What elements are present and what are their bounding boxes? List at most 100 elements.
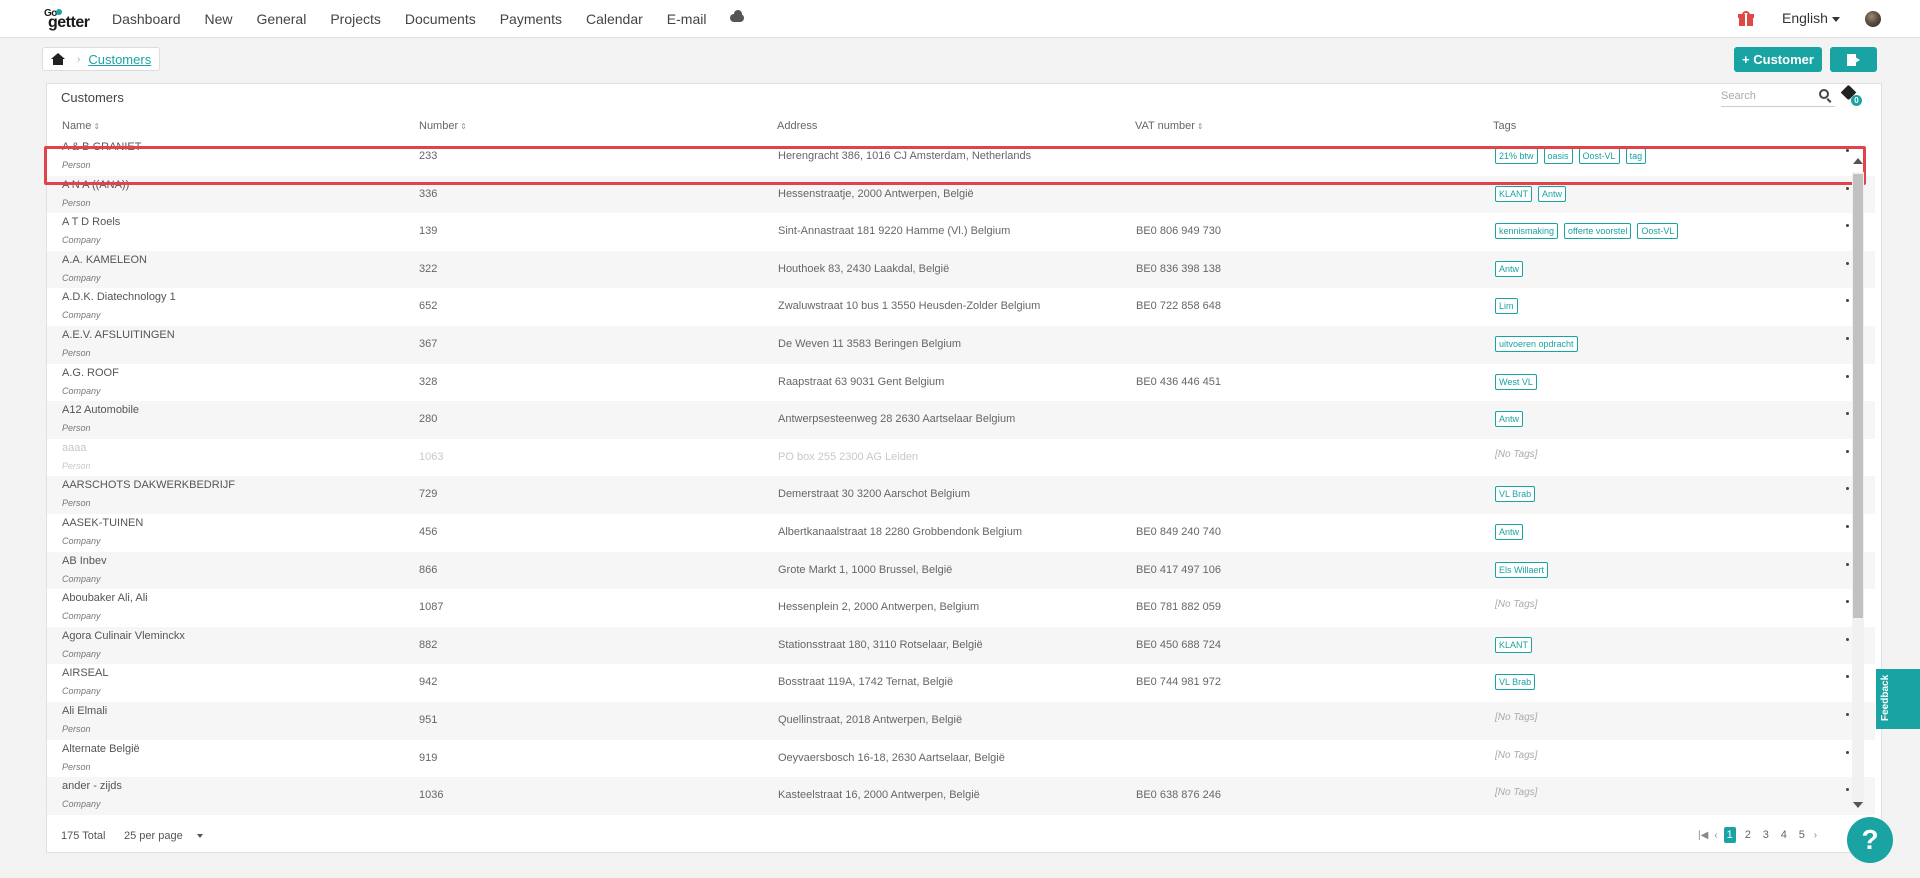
table-row[interactable]: A.G. ROOF Company 328 Raapstraat 63 9031 Ge… [47, 364, 1875, 402]
nav-calendar[interactable]: Calendar [586, 11, 643, 27]
cloud-icon[interactable] [728, 10, 746, 22]
row-menu-icon[interactable] [1846, 788, 1849, 792]
page-2[interactable]: 2 [1742, 827, 1754, 843]
export-icon [1846, 53, 1861, 66]
page-5[interactable]: 5 [1796, 827, 1808, 843]
table-row[interactable]: Aboubaker Ali, Ali Company 1087 Hessenplein… [47, 589, 1875, 627]
next-page-icon[interactable]: › [1814, 830, 1817, 841]
nav-email[interactable]: E-mail [667, 11, 707, 27]
table-row[interactable]: A12 Automobile Person 280 Antwerpsesteenweg… [47, 401, 1875, 439]
row-menu-icon[interactable] [1846, 449, 1849, 453]
customer-type: Company [62, 573, 101, 584]
table-row[interactable]: Ali Elmali Person 951 Quellinstraat, 2018 A… [47, 702, 1875, 740]
tag-badge[interactable]: Antw [1495, 524, 1524, 540]
search-icon[interactable] [1819, 89, 1829, 99]
tag-badge[interactable]: Oost-VL [1637, 223, 1679, 240]
table-row[interactable]: A.A. KAMELEON Company 322 Houthoek 83, 2430… [47, 250, 1875, 289]
column-header-vat[interactable]: VAT number ⇕ [1135, 120, 1204, 132]
search-input[interactable] [1721, 86, 1811, 106]
tag-badge[interactable]: Antw [1538, 185, 1567, 202]
page-1[interactable]: 1 [1723, 827, 1736, 843]
first-page-icon[interactable]: |◀ [1698, 830, 1708, 841]
tag-badge[interactable]: uitvoeren opdracht [1495, 336, 1578, 352]
row-menu-icon[interactable] [1846, 675, 1849, 679]
table-row[interactable]: AASEK-TUINEN Company 456 Albertkanaalstraat… [47, 514, 1875, 552]
per-page-select[interactable]: 25 per page [124, 830, 203, 842]
table-row[interactable]: A.D.K. Diatechnology 1 Company 652 Zwaluwst… [47, 288, 1875, 326]
table-row[interactable]: AIRSEAL Company 942 Bosstraat 119A, 1742 Te… [47, 664, 1875, 702]
row-menu-icon[interactable] [1846, 224, 1849, 228]
table-row[interactable]: ander - zijds Company 1036 Kasteelstraat 16… [47, 777, 1875, 815]
tag-badge[interactable]: Antw [1495, 411, 1524, 428]
table-row[interactable]: A & B GRANIET Person 233 Herengracht 386, 1… [47, 138, 1875, 176]
table-row[interactable]: AARSCHOTS DAKWERKBEDRIJF Person 729 Demerst… [47, 476, 1875, 514]
breadcrumb-customers-link[interactable]: Customers [88, 52, 151, 67]
row-menu-icon[interactable] [1846, 637, 1849, 641]
tag-badge[interactable]: VL Brab [1495, 486, 1536, 503]
add-customer-button[interactable]: + Customer [1734, 47, 1822, 72]
nav-general[interactable]: General [257, 11, 307, 27]
table-row[interactable]: A.E.V. AFSLUITINGEN Person 367 De Weven 11 … [47, 326, 1875, 364]
nav-new[interactable]: New [205, 11, 233, 27]
scroll-up-arrow-icon[interactable] [1853, 158, 1863, 164]
nav-payments[interactable]: Payments [500, 11, 562, 27]
table-row[interactable]: A T D Roels Company 139 Sint-Annastraat 181… [47, 213, 1875, 251]
export-button[interactable] [1830, 47, 1877, 72]
tag-badge[interactable]: oasis [1543, 148, 1573, 164]
tag-badge[interactable]: 21% btw [1495, 148, 1538, 164]
customer-type: Person [62, 160, 91, 170]
tag-filter-icon[interactable]: 0 [1840, 84, 1862, 106]
column-header-number[interactable]: Number ⇕ [419, 120, 467, 132]
tag-badge[interactable]: West VL [1495, 373, 1537, 390]
help-button[interactable]: ? [1847, 817, 1893, 863]
feedback-tab[interactable]: Feedback [1876, 669, 1920, 729]
customer-name: A & B GRANIET [62, 141, 142, 153]
row-menu-icon[interactable] [1846, 374, 1849, 378]
row-menu-icon[interactable] [1846, 562, 1849, 566]
table-row[interactable]: Agora Culinair Vleminckx Company 882 Statio… [47, 626, 1875, 665]
column-header-name[interactable]: Name ⇕ [62, 120, 100, 132]
tag-badge[interactable]: VL Brab [1495, 674, 1536, 691]
row-menu-icon[interactable] [1846, 412, 1849, 416]
gogetter-logo[interactable]: Go getter [44, 8, 100, 31]
sort-icon: ⇕ [93, 122, 101, 131]
table-row[interactable]: Alternate België Person 919 Oeyvaersbosch 1… [47, 740, 1875, 778]
prev-page-icon[interactable]: ‹ [1714, 830, 1717, 841]
scroll-down-arrow-icon[interactable] [1853, 802, 1863, 808]
table-row[interactable]: AB Inbev Company 866 Grote Markt 1, 1000 Br… [47, 551, 1875, 590]
customer-vat: BE0 417 497 106 [1136, 563, 1222, 576]
row-menu-icon[interactable] [1846, 337, 1849, 340]
row-menu-icon[interactable] [1846, 149, 1849, 152]
tag-badge[interactable]: kennismaking [1495, 223, 1559, 240]
tag-badge[interactable]: tag [1625, 148, 1647, 164]
language-selector[interactable]: English [1782, 10, 1840, 26]
nav-documents[interactable]: Documents [405, 11, 476, 27]
avatar[interactable] [1865, 11, 1881, 27]
row-menu-icon[interactable] [1846, 750, 1849, 754]
gift-icon[interactable] [1738, 11, 1754, 26]
tag-badge[interactable]: Antw [1495, 260, 1524, 277]
tag-badge[interactable]: offerte voorstel [1564, 223, 1632, 240]
row-menu-icon[interactable] [1846, 713, 1849, 716]
tag-badge[interactable]: Lim [1495, 298, 1518, 315]
panel-title: Customers [61, 90, 124, 105]
table-row[interactable]: A N A ((ANA)) Person 336 Hessenstraatje, 20… [47, 175, 1875, 214]
row-menu-icon[interactable] [1846, 186, 1849, 190]
table-row[interactable]: aaaa Person 1063 PO box 255 2300 AG Leiden [… [47, 439, 1875, 477]
scrollbar-thumb[interactable] [1853, 174, 1863, 618]
tag-badge[interactable]: KLANT [1495, 636, 1533, 653]
page-4[interactable]: 4 [1778, 827, 1790, 843]
page-3[interactable]: 3 [1760, 827, 1772, 843]
row-menu-icon[interactable] [1846, 299, 1849, 303]
row-menu-icon[interactable] [1846, 525, 1849, 528]
row-menu-icon[interactable] [1846, 487, 1849, 491]
tag-badge[interactable]: KLANT [1495, 185, 1533, 202]
tag-filter-count-badge: 0 [1851, 95, 1862, 106]
row-menu-icon[interactable] [1846, 261, 1849, 265]
nav-dashboard[interactable]: Dashboard [112, 11, 181, 27]
nav-projects[interactable]: Projects [330, 11, 381, 27]
tag-badge[interactable]: Els Willaert [1495, 561, 1549, 578]
home-icon[interactable] [51, 53, 65, 65]
tag-badge[interactable]: Oost-VL [1578, 148, 1620, 164]
row-menu-icon[interactable] [1846, 600, 1849, 604]
